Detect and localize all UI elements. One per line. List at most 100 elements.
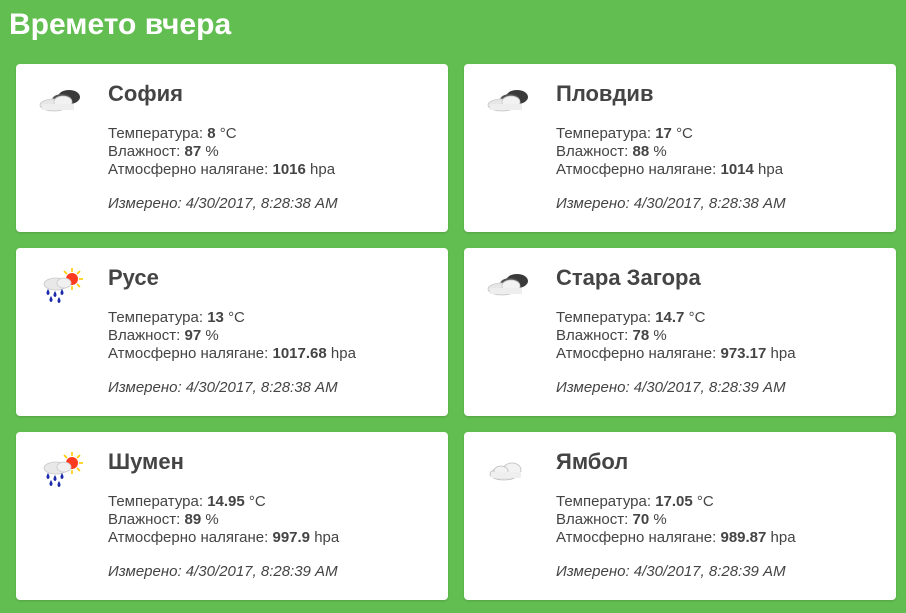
weather-card-sofia: София Температура: 8 °C Влажност: 87 % А… <box>16 64 448 232</box>
humidity-unit: % <box>205 143 219 160</box>
pressure-unit: hpa <box>758 161 784 178</box>
weather-card-shumen: Шумен Температура: 14.95 °C Влажност: 89… <box>16 432 448 600</box>
city-name: Ямбол <box>556 449 629 474</box>
pressure-row: Атмосферно налягане: 997.9 hpa <box>108 529 438 547</box>
pressure-label: Атмосферно налягане: <box>108 529 269 546</box>
weather-card-plovdiv: Пловдив Температура: 17 °C Влажност: 88 … <box>464 64 896 232</box>
measured-value: 4/30/2017, 8:28:38 AM <box>185 195 338 212</box>
measured-label: Измерено: <box>556 195 630 212</box>
humidity-value: 87 <box>184 143 202 160</box>
measured-timestamp: Измерено: 4/30/2017, 8:28:39 AM <box>108 563 438 581</box>
humidity-unit: % <box>653 511 667 528</box>
temperature-row: Температура: 14.95 °C <box>108 493 438 511</box>
temperature-value: 8 <box>207 125 216 142</box>
humidity-label: Влажност: <box>108 511 181 528</box>
humidity-row: Влажност: 78 % <box>556 327 886 345</box>
city-name: Русе <box>108 265 159 290</box>
temperature-row: Температура: 17.05 °C <box>556 493 886 511</box>
temperature-label: Температура: <box>556 125 652 142</box>
sun-rain-icon <box>36 450 86 490</box>
measured-timestamp: Измерено: 4/30/2017, 8:28:38 AM <box>108 379 438 397</box>
measured-label: Измерено: <box>108 379 182 396</box>
temperature-label: Температура: <box>108 309 204 326</box>
pressure-label: Атмосферно налягане: <box>556 529 717 546</box>
measured-timestamp: Измерено: 4/30/2017, 8:28:39 AM <box>556 379 886 397</box>
pressure-unit: hpa <box>314 529 340 546</box>
temperature-row: Температура: 14.7 °C <box>556 309 886 327</box>
temperature-unit: °C <box>219 125 237 142</box>
city-name: София <box>108 81 183 106</box>
pressure-unit: hpa <box>330 345 356 362</box>
measured-value: 4/30/2017, 8:28:38 AM <box>185 379 338 396</box>
humidity-value: 97 <box>184 327 202 344</box>
city-weather-grid: София Температура: 8 °C Влажност: 87 % А… <box>16 64 896 600</box>
temperature-row: Температура: 8 °C <box>108 125 438 143</box>
city-name: Шумен <box>108 449 184 474</box>
temperature-label: Температура: <box>556 493 652 510</box>
sun-rain-icon <box>36 266 86 306</box>
temperature-unit: °C <box>248 493 266 510</box>
pressure-value: 989.87 <box>720 529 767 546</box>
measured-value: 4/30/2017, 8:28:38 AM <box>633 195 786 212</box>
measured-value: 4/30/2017, 8:28:39 AM <box>633 379 786 396</box>
pressure-label: Атмосферно налягане: <box>108 161 269 178</box>
pressure-value: 997.9 <box>272 529 311 546</box>
pressure-value: 1017.68 <box>272 345 327 362</box>
temperature-label: Температура: <box>556 309 652 326</box>
humidity-row: Влажност: 87 % <box>108 143 438 161</box>
temperature-unit: °C <box>688 309 706 326</box>
pressure-unit: hpa <box>770 529 796 546</box>
broken-clouds-icon <box>484 266 534 306</box>
pressure-value: 973.17 <box>720 345 767 362</box>
humidity-label: Влажност: <box>108 143 181 160</box>
humidity-label: Влажност: <box>556 511 629 528</box>
humidity-label: Влажност: <box>556 327 629 344</box>
measured-timestamp: Измерено: 4/30/2017, 8:28:39 AM <box>556 563 886 581</box>
humidity-value: 88 <box>632 143 650 160</box>
pressure-value: 1016 <box>272 161 306 178</box>
pressure-label: Атмосферно налягане: <box>556 345 717 362</box>
humidity-value: 70 <box>632 511 650 528</box>
humidity-unit: % <box>653 327 667 344</box>
humidity-value: 78 <box>632 327 650 344</box>
broken-clouds-icon <box>484 82 534 122</box>
city-name: Стара Загора <box>556 265 701 290</box>
weather-card-stara-zagora: Стара Загора Температура: 14.7 °C Влажно… <box>464 248 896 416</box>
measured-label: Измерено: <box>108 195 182 212</box>
page-title: Времето вчера <box>9 8 232 41</box>
temperature-row: Температура: 17 °C <box>556 125 886 143</box>
cloud-icon <box>484 450 534 490</box>
pressure-label: Атмосферно налягане: <box>108 345 269 362</box>
humidity-unit: % <box>205 511 219 528</box>
temperature-value: 14.7 <box>655 309 685 326</box>
humidity-label: Влажност: <box>556 143 629 160</box>
temperature-unit: °C <box>696 493 714 510</box>
pressure-row: Атмосферно налягане: 973.17 hpa <box>556 345 886 363</box>
weather-card-ruse: Русе Температура: 13 °C Влажност: 97 % А… <box>16 248 448 416</box>
humidity-unit: % <box>653 143 667 160</box>
temperature-value: 17.05 <box>655 493 693 510</box>
humidity-row: Влажност: 97 % <box>108 327 438 345</box>
pressure-row: Атмосферно налягане: 1016 hpa <box>108 161 438 179</box>
humidity-value: 89 <box>184 511 202 528</box>
temperature-value: 14.95 <box>207 493 245 510</box>
pressure-value: 1014 <box>720 161 754 178</box>
measured-timestamp: Измерено: 4/30/2017, 8:28:38 AM <box>108 195 438 213</box>
humidity-unit: % <box>205 327 219 344</box>
measured-value: 4/30/2017, 8:28:39 AM <box>185 563 338 580</box>
pressure-unit: hpa <box>770 345 796 362</box>
pressure-row: Атмосферно налягане: 1014 hpa <box>556 161 886 179</box>
pressure-row: Атмосферно налягане: 1017.68 hpa <box>108 345 438 363</box>
humidity-row: Влажност: 70 % <box>556 511 886 529</box>
temperature-value: 13 <box>207 309 224 326</box>
temperature-label: Температура: <box>108 493 204 510</box>
humidity-label: Влажност: <box>108 327 181 344</box>
weather-card-yambol: Ямбол Температура: 17.05 °C Влажност: 70… <box>464 432 896 600</box>
pressure-label: Атмосферно налягане: <box>556 161 717 178</box>
measured-value: 4/30/2017, 8:28:39 AM <box>633 563 786 580</box>
temperature-value: 17 <box>655 125 672 142</box>
pressure-row: Атмосферно налягане: 989.87 hpa <box>556 529 886 547</box>
temperature-label: Температура: <box>108 125 204 142</box>
measured-label: Измерено: <box>108 563 182 580</box>
measured-label: Измерено: <box>556 563 630 580</box>
